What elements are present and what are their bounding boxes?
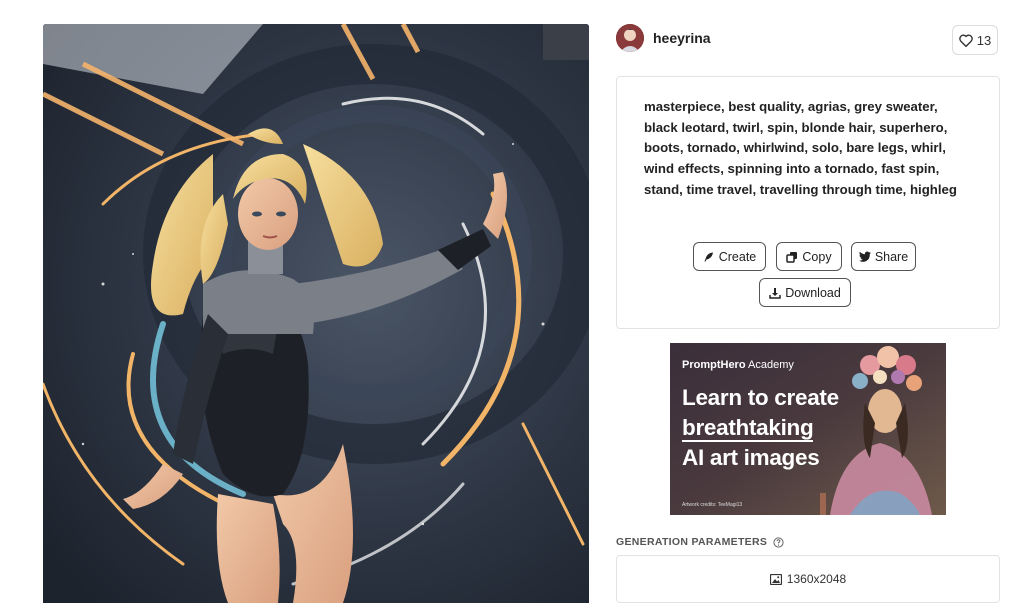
download-icon xyxy=(769,287,781,299)
avatar[interactable] xyxy=(616,24,644,52)
copy-button[interactable]: Copy xyxy=(776,242,842,271)
ad-brand: PromptHero Academy xyxy=(682,359,794,371)
download-label: Download xyxy=(785,285,841,300)
heart-icon xyxy=(958,34,973,47)
feather-icon xyxy=(704,252,713,261)
ad-headline: Learn to create breathtaking AI art imag… xyxy=(682,385,839,470)
resolution-card: 1360x2048 xyxy=(616,555,1000,603)
artwork-image[interactable] xyxy=(43,24,589,603)
prompt-card: masterpiece, best quality, agrias, grey … xyxy=(616,76,1000,329)
like-button[interactable]: 13 xyxy=(952,25,998,55)
create-label: Create xyxy=(718,249,757,264)
help-circle-icon[interactable] xyxy=(773,536,784,548)
twitter-icon xyxy=(858,251,871,262)
prompt-text: masterpiece, best quality, agrias, grey … xyxy=(644,99,957,197)
ad-credit: Artwork credits: TeeMagi13 xyxy=(682,502,743,508)
create-button[interactable]: Create xyxy=(693,242,766,271)
share-button[interactable]: Share xyxy=(851,242,916,271)
like-count: 13 xyxy=(976,32,992,48)
author-username[interactable]: heeyrina xyxy=(653,30,711,46)
resolution-value: 1360x2048 xyxy=(786,572,847,586)
share-label: Share xyxy=(874,249,909,264)
download-button[interactable]: Download xyxy=(759,278,851,307)
copy-icon xyxy=(786,251,798,263)
academy-ad-banner[interactable]: PromptHero Academy Learn to create breat… xyxy=(670,343,946,515)
generation-parameters-label: GENERATION PARAMETERS xyxy=(616,536,784,548)
copy-label: Copy xyxy=(802,249,832,264)
image-icon xyxy=(769,573,782,585)
